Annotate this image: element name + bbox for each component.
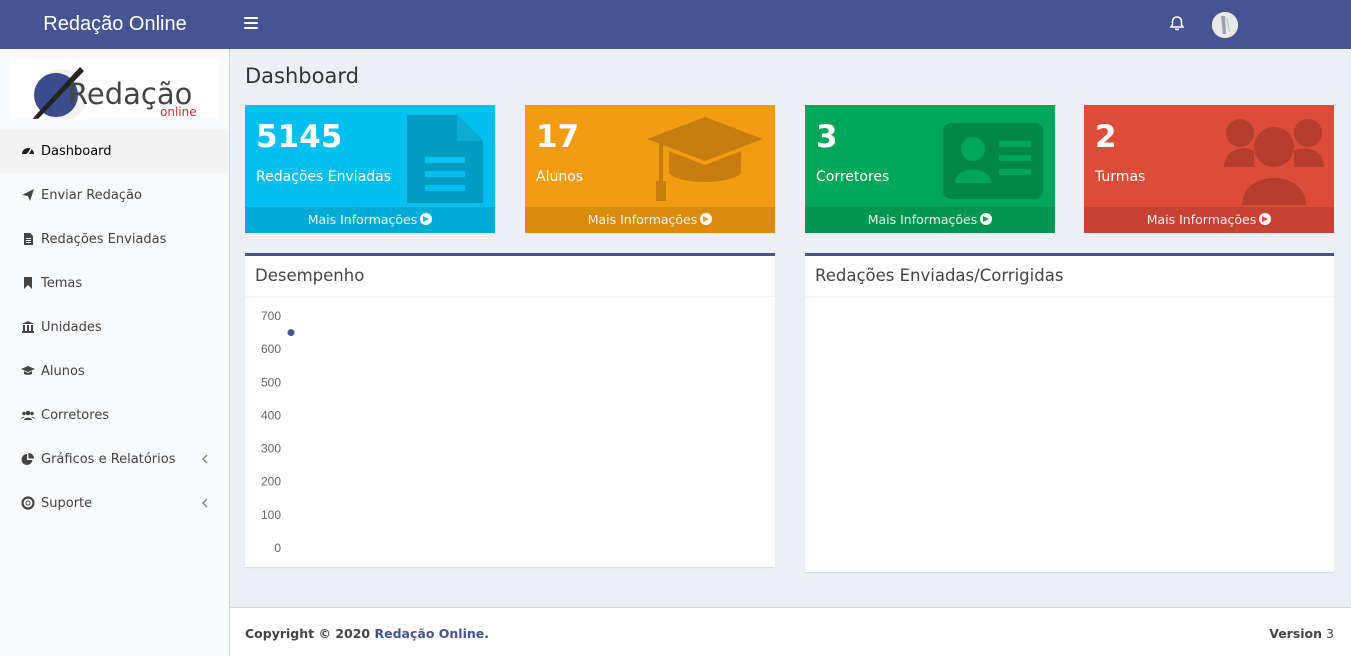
sidebar-item-temas[interactable]: Temas — [0, 261, 229, 305]
data-point[interactable] — [287, 329, 295, 337]
sidebar-item-graficos-relatorios[interactable]: Gráficos e Relatórios — [0, 437, 229, 481]
bell-icon[interactable] — [1168, 15, 1186, 33]
dashboard-icon — [21, 144, 35, 158]
performance-chart: 700 600 500 400 300 200 100 0 — [245, 300, 775, 567]
file-text-icon — [21, 232, 35, 246]
sidebar: Redação online Dashboard Enviar Redação … — [0, 49, 230, 656]
page-title: Dashboard — [245, 64, 359, 88]
stat-box-turmas: 2 Turmas Mais Informações — [1084, 105, 1334, 233]
stat-box-corretores: 3 Corretores Mais Informações — [805, 105, 1055, 233]
users-icon — [1224, 119, 1324, 205]
paper-plane-icon — [21, 188, 35, 202]
bookmark-icon — [21, 276, 35, 290]
stat-label: Turmas — [1095, 169, 1146, 185]
pie-chart-icon — [21, 452, 35, 466]
id-card-icon — [943, 123, 1043, 199]
sidebar-item-corretores[interactable]: Corretores — [0, 393, 229, 437]
users-icon — [21, 408, 35, 422]
more-info-link[interactable]: Mais Informações — [805, 207, 1055, 233]
arrow-circle-right-icon — [700, 213, 713, 225]
life-ring-icon — [21, 496, 35, 510]
sidebar-menu: Dashboard Enviar Redação Redações Enviad… — [0, 129, 229, 525]
graduation-cap-icon — [647, 117, 763, 201]
sidebar-item-redacoes-enviadas[interactable]: Redações Enviadas — [0, 217, 229, 261]
sidebar-item-label: Gráficos e Relatórios — [41, 451, 176, 467]
sidebar-item-label: Redações Enviadas — [41, 231, 167, 247]
more-info-link[interactable]: Mais Informações — [245, 207, 495, 233]
y-tick-label: 600 — [261, 342, 281, 356]
y-tick-label: 200 — [261, 475, 281, 489]
file-icon — [407, 115, 483, 203]
bank-icon — [21, 320, 35, 334]
performance-panel: Desempenho 700 600 500 400 300 200 100 0 — [245, 253, 775, 567]
sidebar-item-suporte[interactable]: Suporte — [0, 481, 229, 525]
brand-title[interactable]: Redação Online — [0, 0, 230, 49]
panel-title: Redações Enviadas/Corrigidas — [805, 256, 1334, 297]
sidebar-item-unidades[interactable]: Unidades — [0, 305, 229, 349]
stat-number: 2 — [1095, 119, 1117, 155]
page-footer: Copyright © 2020 Redação Online. Version… — [230, 607, 1351, 656]
submissions-panel: Redações Enviadas/Corrigidas — [805, 253, 1334, 572]
y-tick-label: 100 — [261, 508, 281, 522]
copyright-link[interactable]: Redação Online — [374, 626, 484, 641]
stat-number: 17 — [536, 119, 580, 155]
stat-label: Alunos — [536, 169, 584, 185]
panel-title: Desempenho — [245, 256, 775, 297]
stat-label: Corretores — [816, 169, 890, 185]
stat-number: 3 — [816, 119, 838, 155]
sidebar-item-label: Suporte — [41, 495, 93, 511]
sidebar-item-label: Alunos — [41, 363, 85, 379]
y-tick-label: 300 — [261, 442, 281, 456]
sidebar-item-label: Unidades — [41, 319, 102, 335]
arrow-circle-right-icon — [420, 213, 433, 225]
stat-box-alunos: 17 Alunos Mais Informações — [525, 105, 775, 233]
stat-number: 5145 — [256, 119, 343, 155]
top-navbar — [230, 0, 1351, 49]
more-info-link[interactable]: Mais Informações — [1084, 207, 1334, 233]
more-info-label: Mais Informações — [587, 212, 698, 227]
arrow-circle-right-icon — [980, 213, 993, 225]
chevron-left-icon — [201, 498, 208, 508]
y-tick-label: 700 — [261, 309, 281, 323]
sidebar-item-label: Enviar Redação — [41, 187, 142, 203]
y-tick-label: 500 — [261, 375, 281, 389]
sidebar-item-label: Dashboard — [41, 143, 112, 159]
y-tick-label: 0 — [274, 541, 281, 555]
copyright: Copyright © 2020 Redação Online. — [245, 626, 489, 641]
logo: Redação online — [10, 59, 219, 121]
more-info-label: Mais Informações — [867, 212, 978, 227]
stat-label: Redações Enviadas — [256, 169, 392, 185]
graduation-cap-icon — [21, 364, 35, 378]
sidebar-item-dashboard[interactable]: Dashboard — [0, 129, 229, 173]
bars-icon[interactable] — [244, 17, 258, 31]
copyright-text: Copyright © 2020 — [245, 626, 375, 641]
chart-svg: 700 600 500 400 300 200 100 0 — [261, 309, 295, 555]
y-tick-label: 400 — [261, 408, 281, 422]
user-avatar[interactable] — [1212, 12, 1238, 38]
chevron-left-icon — [201, 454, 208, 464]
sidebar-item-label: Corretores — [41, 407, 110, 423]
more-info-label: Mais Informações — [307, 212, 418, 227]
version-label: Version — [1269, 626, 1323, 641]
copyright-suffix: . — [484, 626, 489, 641]
svg-text:online: online — [160, 105, 197, 119]
sidebar-item-alunos[interactable]: Alunos — [0, 349, 229, 393]
arrow-circle-right-icon — [1259, 213, 1272, 225]
sidebar-item-enviar-redacao[interactable]: Enviar Redação — [0, 173, 229, 217]
version-value: 3 — [1326, 626, 1334, 641]
more-info-label: Mais Informações — [1146, 212, 1257, 227]
more-info-link[interactable]: Mais Informações — [525, 207, 775, 233]
version: Version 3 — [1269, 626, 1334, 641]
stat-box-redacoes: 5145 Redações Enviadas Mais Informações — [245, 105, 495, 233]
sidebar-item-label: Temas — [41, 275, 83, 291]
